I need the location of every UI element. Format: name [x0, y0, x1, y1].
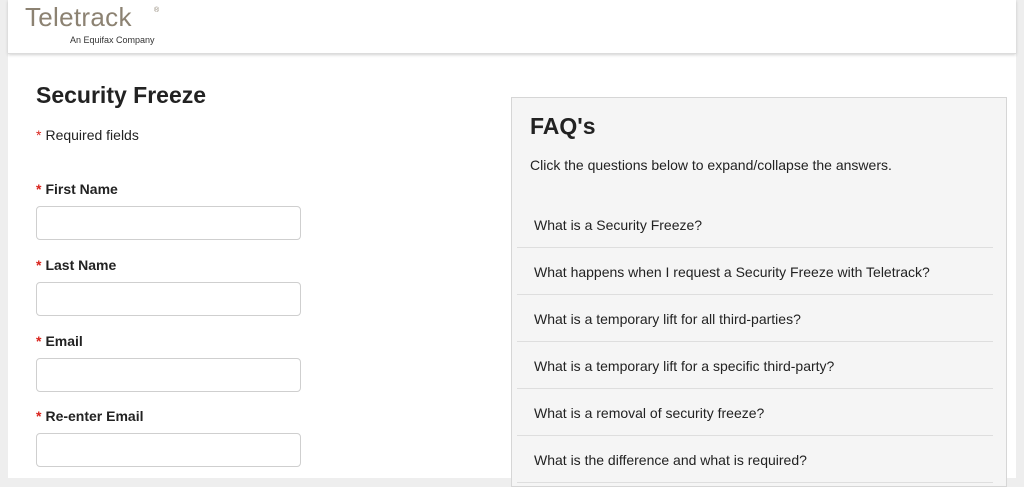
site-header: Teletrack ® An Equifax Company — [8, 0, 1016, 54]
faq-title: FAQ's — [530, 113, 596, 139]
email-label: * Email — [36, 333, 83, 349]
required-asterisk: * — [36, 257, 42, 273]
last-name-label-text: Last Name — [45, 257, 117, 273]
faq-item-what-happens-when-request[interactable]: What happens when I request a Security F… — [517, 248, 993, 295]
logo-registered-mark: ® — [154, 7, 160, 14]
email-label-text: Email — [45, 333, 83, 349]
faq-item-temporary-lift-all[interactable]: What is a temporary lift for all third-p… — [517, 295, 993, 342]
required-fields-note: * Required fields — [36, 127, 139, 143]
page-title: Security Freeze — [36, 82, 207, 108]
last-name-label: * Last Name — [36, 257, 116, 273]
logo-tagline: An Equifax Company — [70, 35, 155, 45]
faq-item-difference-required[interactable]: What is the difference and what is requi… — [517, 436, 993, 483]
first-name-input[interactable] — [36, 206, 301, 240]
teletrack-logo[interactable]: Teletrack ® An Equifax Company — [25, 2, 175, 50]
last-name-input[interactable] — [36, 282, 301, 316]
faq-intro: Click the questions below to expand/coll… — [530, 157, 892, 173]
required-asterisk: * — [36, 181, 42, 197]
page: Teletrack ® An Equifax Company Security … — [8, 0, 1016, 487]
required-asterisk: * — [36, 127, 42, 143]
logo-wordmark: Teletrack — [25, 2, 132, 32]
first-name-label-text: First Name — [45, 181, 118, 197]
required-asterisk: * — [36, 408, 42, 424]
faq-panel: FAQ's Click the questions below to expan… — [511, 97, 1007, 487]
faq-item-what-is-security-freeze[interactable]: What is a Security Freeze? — [517, 201, 993, 248]
email-input[interactable] — [36, 358, 301, 392]
re-enter-email-input[interactable] — [36, 433, 301, 467]
re-enter-email-label: * Re-enter Email — [36, 408, 144, 424]
faq-item-temporary-lift-specific[interactable]: What is a temporary lift for a specific … — [517, 342, 993, 389]
faq-item-removal-of-freeze[interactable]: What is a removal of security freeze? — [517, 389, 993, 436]
required-fields-text: Required fields — [45, 127, 139, 143]
first-name-label: * First Name — [36, 181, 118, 197]
required-asterisk: * — [36, 333, 42, 349]
re-enter-email-label-text: Re-enter Email — [45, 408, 144, 424]
